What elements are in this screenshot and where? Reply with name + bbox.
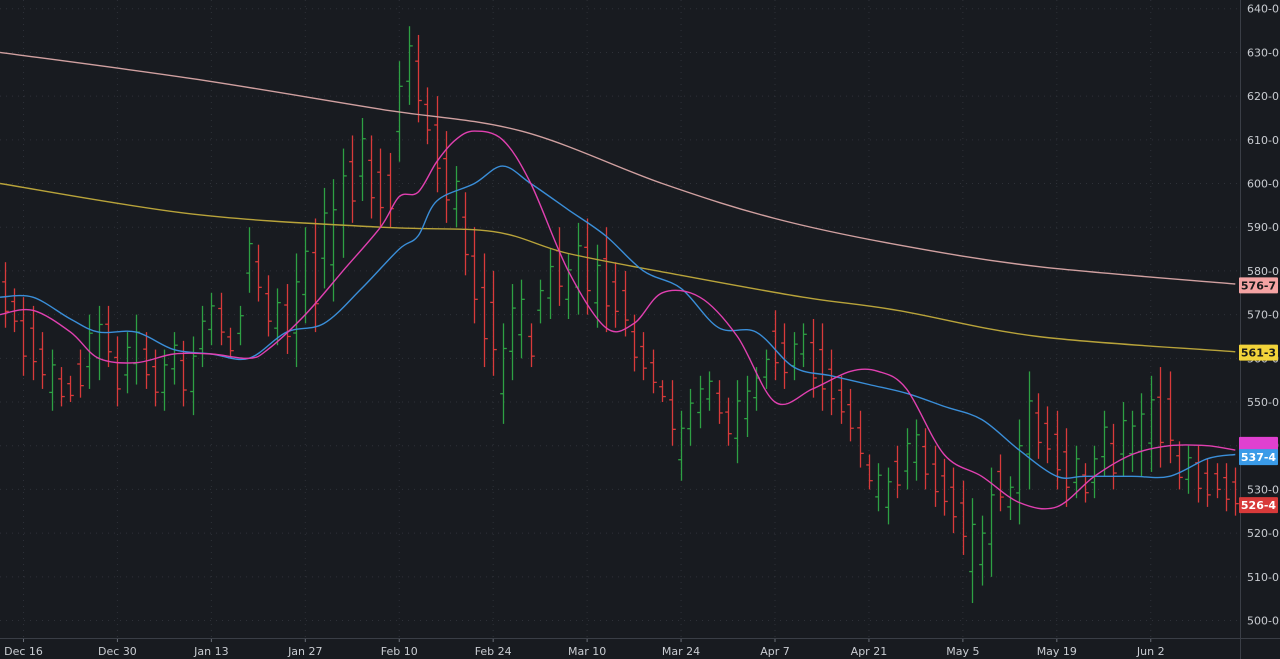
moving-average-line-1 [0,51,1236,285]
price-bars [2,26,1239,604]
grid-lines [0,0,1240,638]
y-tick-label: 600-0 [1247,178,1279,191]
y-axis: 500-0510-0520-0530-0540-0550-0560-0570-0… [1240,0,1279,659]
y-tick-label: 530-0 [1247,483,1279,496]
price-badge-label: 537-4 [1241,451,1277,464]
price-badge-label: 526-4 [1241,499,1277,512]
y-tick-label: 630-0 [1247,46,1279,59]
x-tick-label: May 19 [1037,645,1077,658]
moving-average-lines [0,51,1236,510]
x-tick-label: Apr 7 [760,645,790,658]
y-tick-label: 520-0 [1247,527,1279,540]
moving-average-line-4 [0,130,1236,510]
price-badge-label: 576-7 [1241,279,1276,292]
x-tick-label: Jan 13 [193,645,228,658]
x-tick-label: Dec 30 [98,645,137,658]
x-tick-label: Jan 27 [287,645,322,658]
y-tick-label: 620-0 [1247,90,1279,103]
x-tick-label: Feb 10 [381,645,418,658]
y-tick-label: 500-0 [1247,615,1279,628]
x-axis: Dec 16 Dec 30 Jan 13 Jan 27 Feb 10 Feb 24 Mar … [0,638,1280,658]
y-tick-label: 580-0 [1247,265,1279,278]
price-chart[interactable]: 500-0510-0520-0530-0540-0550-0560-0570-0… [0,0,1280,659]
y-tick-label: 640-0 [1247,3,1279,16]
x-tick-label: Mar 10 [568,645,606,658]
x-tick-label: Jun 2 [1136,645,1165,658]
y-tick-label: 510-0 [1247,571,1279,584]
x-tick-label: Feb 24 [475,645,512,658]
price-badge-label: 561-3 [1241,347,1276,360]
y-tick-label: 550-0 [1247,396,1279,409]
y-tick-label: 590-0 [1247,221,1279,234]
x-tick-label: May 5 [946,645,979,658]
chart-canvas[interactable]: 500-0510-0520-0530-0540-0550-0560-0570-0… [0,0,1280,659]
x-tick-label: Dec 16 [4,645,43,658]
x-tick-label: Mar 24 [662,645,700,658]
x-tick-label: Apr 21 [851,645,888,658]
y-tick-label: 570-0 [1247,309,1279,322]
y-tick-label: 610-0 [1247,134,1279,147]
